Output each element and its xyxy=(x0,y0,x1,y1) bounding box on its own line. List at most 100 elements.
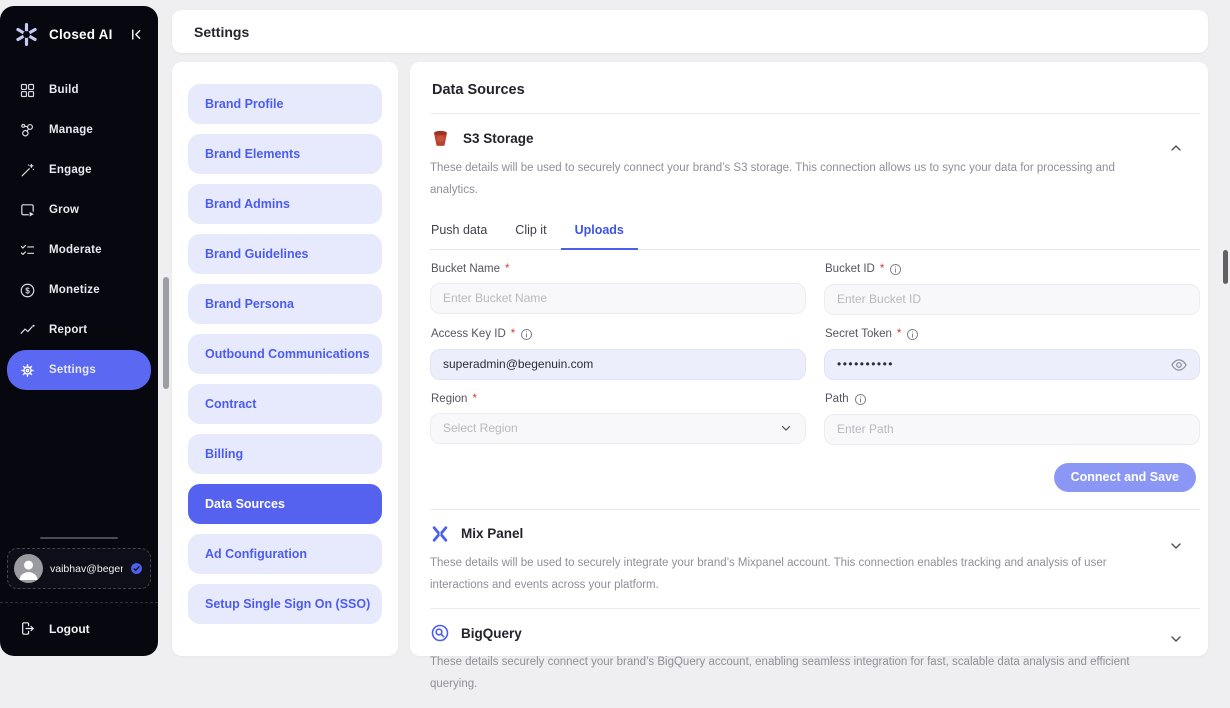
sidebar-item-report[interactable]: Report xyxy=(7,310,151,350)
region-label: Region * xyxy=(431,393,806,405)
required-mark: * xyxy=(511,328,515,340)
page-title: Settings xyxy=(194,24,249,40)
access-key-field: Access Key ID * xyxy=(430,328,806,380)
mixpanel-title: Mix Panel xyxy=(461,526,523,541)
tab-uploads[interactable]: Uploads xyxy=(561,214,638,250)
page-header: Settings xyxy=(172,10,1208,53)
sidebar-scrollbar[interactable] xyxy=(163,277,169,389)
verified-badge-icon xyxy=(130,562,143,575)
connect-and-save-button[interactable]: Connect and Save xyxy=(1054,463,1196,492)
settings-nav-brand-profile[interactable]: Brand Profile xyxy=(188,84,382,124)
sidebar-item-monetize[interactable]: $Monetize xyxy=(7,270,151,310)
sidebar-item-grow[interactable]: Grow xyxy=(7,190,151,230)
sidebar-item-engage[interactable]: Engage xyxy=(7,150,151,190)
field-label-text: Bucket ID xyxy=(825,263,875,275)
chevron-down-icon xyxy=(779,421,793,435)
mixpanel-header: Mix Panel xyxy=(430,524,1200,544)
sidebar-item-label: Settings xyxy=(49,364,96,376)
secret-token-input[interactable] xyxy=(824,349,1200,380)
settings-nav-label: Billing xyxy=(205,447,243,461)
sidebar-nav: Build Manage EngageGrow Moderate $MonetizeRe… xyxy=(0,70,158,390)
bigquery-section: BigQuery These details securely connect … xyxy=(430,609,1200,708)
field-label-text: Region xyxy=(431,393,467,405)
panel-title: Data Sources xyxy=(432,82,1200,98)
svg-text:$: $ xyxy=(25,286,30,295)
user-email: vaibhav@begenu... xyxy=(50,563,123,575)
settings-nav-label: Brand Guidelines xyxy=(205,247,309,261)
path-input[interactable] xyxy=(824,414,1200,445)
sidebar-item-build[interactable]: Build xyxy=(7,70,151,110)
settings-nav-setup-single-sign-on-sso[interactable]: Setup Single Sign On (SSO) xyxy=(188,584,382,624)
bigquery-logo-icon xyxy=(430,623,450,643)
required-mark: * xyxy=(472,393,476,405)
wand-icon xyxy=(19,162,36,179)
settings-nav-label: Outbound Communications xyxy=(205,347,370,361)
path-field: Path xyxy=(824,393,1200,445)
info-icon[interactable] xyxy=(889,263,902,276)
s3-bucket-icon xyxy=(430,128,451,149)
show-password-eye-icon[interactable] xyxy=(1170,356,1188,379)
settings-nav-brand-guidelines[interactable]: Brand Guidelines xyxy=(188,234,382,274)
required-mark: * xyxy=(880,263,884,275)
mixpanel-expand-chevron-down-icon[interactable] xyxy=(1168,538,1184,559)
path-label: Path xyxy=(825,393,1200,406)
s3-section-description: These details will be used to securely c… xyxy=(430,158,1200,202)
settings-nav-data-sources[interactable]: Data Sources xyxy=(188,484,382,524)
sidebar-item-manage[interactable]: Manage xyxy=(7,110,151,150)
settings-nav-contract[interactable]: Contract xyxy=(188,384,382,424)
bucket-name-input[interactable] xyxy=(430,283,806,314)
gear-icon xyxy=(19,362,36,379)
settings-nav-brand-persona[interactable]: Brand Persona xyxy=(188,284,382,324)
sidebar-item-label: Manage xyxy=(49,124,93,136)
settings-nav-brand-admins[interactable]: Brand Admins xyxy=(188,184,382,224)
s3-storage-section: S3 Storage These details will be used to… xyxy=(430,128,1200,492)
sidebar-item-label: Build xyxy=(49,84,79,96)
required-mark: * xyxy=(505,263,509,275)
info-icon[interactable] xyxy=(520,328,533,341)
settings-nav-brand-elements[interactable]: Brand Elements xyxy=(188,134,382,174)
settings-nav-label: Ad Configuration xyxy=(205,547,307,561)
field-label-text: Access Key ID xyxy=(431,328,506,340)
secret-token-wrap xyxy=(824,349,1200,380)
region-select[interactable]: Select Region xyxy=(430,413,806,444)
sidebar-item-settings[interactable]: Settings xyxy=(7,350,151,390)
secret-token-label: Secret Token * xyxy=(825,328,1200,341)
settings-subnav: Brand Profile Brand Elements Brand Admins B… xyxy=(172,62,398,656)
info-icon[interactable] xyxy=(854,393,867,406)
settings-nav-label: Brand Persona xyxy=(205,297,294,311)
avatar xyxy=(14,554,43,583)
s3-section-header: S3 Storage xyxy=(430,128,1200,149)
tab-clip-it[interactable]: Clip it xyxy=(501,214,560,249)
settings-nav-ad-configuration[interactable]: Ad Configuration xyxy=(188,534,382,574)
bigquery-expand-chevron-down-icon[interactable] xyxy=(1168,631,1184,652)
settings-nav-outbound-communications[interactable]: Outbound Communications xyxy=(188,334,382,374)
sidebar-item-moderate[interactable]: Moderate xyxy=(7,230,151,270)
settings-nav-label: Setup Single Sign On (SSO) xyxy=(205,597,370,611)
settings-nav-billing[interactable]: Billing xyxy=(188,434,382,474)
region-field: Region * Select Region xyxy=(430,393,806,445)
required-mark: * xyxy=(897,328,901,340)
sidebar-item-label: Moderate xyxy=(49,244,102,256)
page-scrollbar[interactable] xyxy=(1223,250,1228,284)
sidebar-divider xyxy=(40,537,118,539)
s3-actions: Connect and Save xyxy=(430,463,1200,492)
tab-push-data[interactable]: Push data xyxy=(430,214,501,249)
info-icon[interactable] xyxy=(906,328,919,341)
s3-collapse-chevron-up-icon[interactable] xyxy=(1168,140,1184,161)
settings-nav-label: Brand Profile xyxy=(205,97,284,111)
sidebar-collapse-icon[interactable] xyxy=(129,27,146,42)
logout-button[interactable]: Logout xyxy=(0,603,158,656)
logout-label: Logout xyxy=(49,622,90,636)
user-profile-chip[interactable]: vaibhav@begenu... xyxy=(7,548,151,589)
field-label-text: Bucket Name xyxy=(431,263,500,275)
mixpanel-section: Mix Panel These details will be used to … xyxy=(430,510,1200,609)
access-key-label: Access Key ID * xyxy=(431,328,806,341)
bucket-name-field: Bucket Name * xyxy=(430,263,806,315)
grid-icon xyxy=(19,82,36,99)
bucket-id-input[interactable] xyxy=(824,284,1200,315)
closed-ai-logo-icon xyxy=(13,21,40,48)
field-label-text: Secret Token xyxy=(825,328,892,340)
access-key-input[interactable] xyxy=(430,349,806,380)
s3-tabs: Push dataClip itUploads xyxy=(430,214,1200,250)
s3-section-title: S3 Storage xyxy=(463,131,534,146)
